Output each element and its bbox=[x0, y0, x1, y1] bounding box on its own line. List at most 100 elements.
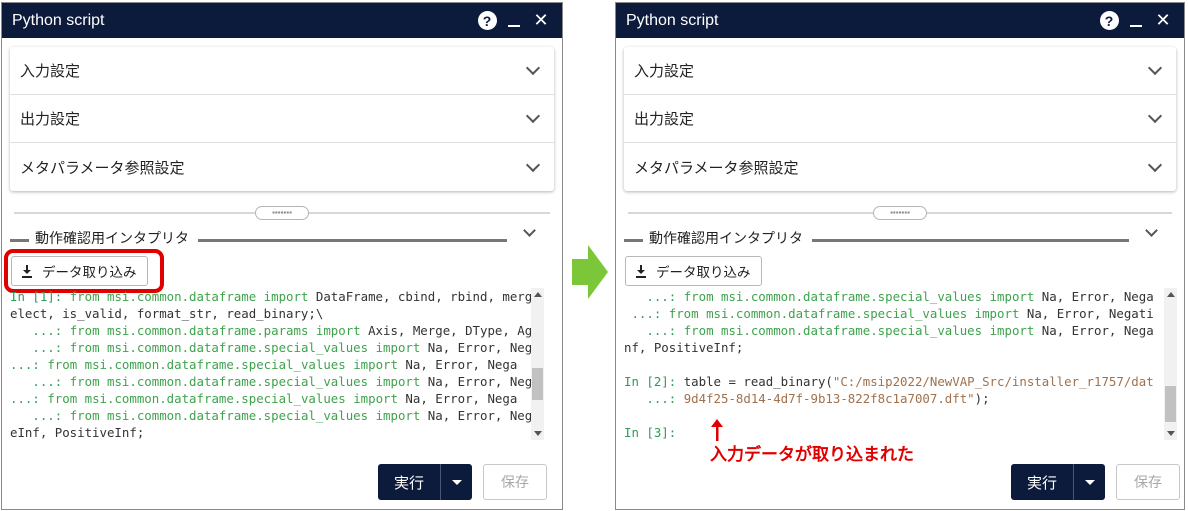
code-token: DataFrame, cbind, rbind, merge, s bbox=[315, 289, 540, 304]
download-icon bbox=[22, 265, 32, 278]
interpreter-label: 動作確認用インタプリタ bbox=[35, 230, 189, 246]
code-token: from bbox=[47, 391, 85, 406]
code-token: from bbox=[69, 289, 107, 304]
splitter: ▪▪▪▪▪▪▪ bbox=[2, 200, 562, 226]
code-token: ...: bbox=[10, 374, 70, 389]
splitter-handle[interactable]: ▪▪▪▪▪▪▪ bbox=[873, 206, 927, 220]
console-line: In [1]: from msi.common.dataframe import… bbox=[10, 288, 540, 305]
console-scrollbar[interactable] bbox=[531, 288, 544, 440]
console-line: ...: from msi.common.dataframe.special_v… bbox=[10, 390, 540, 407]
chevron-down-icon[interactable] bbox=[1145, 224, 1158, 237]
code-token: from bbox=[683, 323, 721, 338]
console-line: ...: from msi.common.dataframe.special_v… bbox=[10, 339, 540, 356]
grip-icon: ▪▪▪▪▪▪▪ bbox=[272, 208, 292, 217]
code-token: 9d4f25-8d14-4d7f-9b13-822f8c1a7007.dft" bbox=[683, 391, 975, 406]
code-token: nf, PositiveInf; bbox=[624, 340, 744, 355]
run-button-group: 実行 bbox=[1011, 464, 1105, 500]
minimize-icon bbox=[1130, 24, 1142, 27]
interpreter-console[interactable]: In [1]: from msi.common.dataframe import… bbox=[10, 288, 540, 440]
help-button[interactable]: ? bbox=[1098, 10, 1120, 32]
console-line: elect, is_valid, format_str, read_binary… bbox=[10, 305, 540, 322]
code-token: ...: bbox=[624, 306, 669, 321]
code-token: eInf, PositiveInf; bbox=[10, 425, 145, 440]
section-label: 出力設定 bbox=[634, 111, 695, 128]
code-token: import bbox=[315, 323, 369, 338]
console-line: ...: from msi.common.dataframe.special_v… bbox=[10, 407, 540, 424]
section-output-settings[interactable]: 出力設定 bbox=[624, 95, 1176, 143]
code-token: Axis, Merge, DType, Agg;\ bbox=[368, 323, 540, 338]
scroll-up-icon[interactable] bbox=[534, 292, 542, 297]
console-line: nf, PositiveInf; bbox=[624, 339, 1154, 356]
data-import-button[interactable]: データ取り込み bbox=[11, 256, 148, 286]
splitter-handle[interactable]: ▪▪▪▪▪▪▪ bbox=[255, 206, 309, 220]
data-import-button[interactable]: データ取り込み bbox=[625, 256, 762, 286]
run-button[interactable]: 実行 bbox=[1011, 472, 1073, 493]
run-button-group: 実行 bbox=[378, 464, 472, 500]
code-token: table = read_binary( bbox=[683, 374, 833, 389]
code-token: from bbox=[668, 306, 707, 321]
scroll-thumb[interactable] bbox=[1165, 386, 1176, 422]
chevron-down-icon bbox=[1147, 157, 1163, 172]
code-token: ...: bbox=[624, 323, 684, 338]
data-import-label: データ取り込み bbox=[42, 265, 137, 280]
save-button[interactable]: 保存 bbox=[483, 464, 547, 500]
scroll-up-icon[interactable] bbox=[1167, 292, 1175, 297]
interpreter-console[interactable]: ...: from msi.common.dataframe.special_v… bbox=[624, 288, 1154, 440]
minimize-icon bbox=[508, 24, 520, 27]
section-output-settings[interactable]: 出力設定 bbox=[10, 95, 554, 143]
help-icon: ? bbox=[1099, 11, 1119, 30]
console-scrollbar[interactable] bbox=[1164, 288, 1177, 440]
code-token: ...: bbox=[10, 408, 70, 423]
run-dropdown-button[interactable] bbox=[1073, 464, 1105, 500]
minimize-button[interactable] bbox=[1125, 10, 1147, 32]
console-line: ...: from msi.common.dataframe.special_v… bbox=[624, 322, 1154, 339]
run-dropdown-button[interactable] bbox=[440, 464, 472, 500]
console-line: ...: from msi.common.dataframe.special_v… bbox=[10, 373, 540, 390]
close-button[interactable]: ✕ bbox=[1152, 10, 1174, 32]
console-line: ...: from msi.common.dataframe.params im… bbox=[10, 322, 540, 339]
section-label: 出力設定 bbox=[20, 111, 81, 128]
code-token: from bbox=[69, 340, 107, 355]
code-token: from bbox=[683, 289, 721, 304]
chevron-down-icon[interactable] bbox=[523, 224, 536, 237]
scroll-down-icon[interactable] bbox=[534, 431, 542, 436]
close-button[interactable]: ✕ bbox=[530, 10, 552, 32]
code-token: ...: bbox=[624, 391, 684, 406]
code-token: In [1]: bbox=[10, 289, 70, 304]
section-input-settings[interactable]: 入力設定 bbox=[10, 47, 554, 95]
window-title: Python script bbox=[626, 11, 719, 29]
code-token: Na, Error, Nega bbox=[427, 374, 540, 389]
scroll-thumb[interactable] bbox=[532, 368, 543, 400]
chevron-down-icon bbox=[525, 60, 541, 76]
section-label: メタパラメータ参照設定 bbox=[20, 159, 185, 177]
run-button[interactable]: 実行 bbox=[378, 472, 440, 493]
minimize-button[interactable] bbox=[503, 10, 525, 32]
interpreter-header: 動作確認用インタプリタ bbox=[2, 224, 562, 248]
help-button[interactable]: ? bbox=[476, 10, 498, 32]
help-icon: ? bbox=[477, 11, 497, 30]
console-line: ...: from msi.common.dataframe.special_v… bbox=[10, 356, 540, 373]
section-label: 入力設定 bbox=[20, 63, 81, 80]
divider bbox=[812, 239, 1129, 242]
console-line: ...: from msi.common.dataframe.special_v… bbox=[624, 288, 1154, 305]
code-token: ...: bbox=[10, 340, 70, 355]
code-token: from bbox=[47, 357, 85, 372]
code-token: Na, Error, Negativ bbox=[1026, 306, 1154, 321]
window-title: Python script bbox=[12, 11, 105, 29]
save-button[interactable]: 保存 bbox=[1116, 464, 1180, 500]
scroll-down-icon[interactable] bbox=[1167, 431, 1175, 436]
section-metaparam-settings[interactable]: メタパラメータ参照設定 bbox=[624, 143, 1176, 191]
caret-down-icon bbox=[1084, 479, 1095, 485]
section-input-settings[interactable]: 入力設定 bbox=[624, 47, 1176, 95]
code-token: In [3]: bbox=[624, 425, 684, 440]
code-token: ); bbox=[974, 391, 990, 406]
footer-buttons: 実行 保存 bbox=[378, 464, 547, 500]
settings-accordion: 入力設定 出力設定 メタパラメータ参照設定 bbox=[10, 47, 554, 191]
code-token: import bbox=[974, 306, 1027, 321]
caret-down-icon bbox=[451, 479, 462, 485]
chevron-down-icon bbox=[1147, 108, 1163, 124]
section-metaparam-settings[interactable]: メタパラメータ参照設定 bbox=[10, 143, 554, 191]
code-token: Na, Error, NegativeI bbox=[1041, 323, 1154, 338]
